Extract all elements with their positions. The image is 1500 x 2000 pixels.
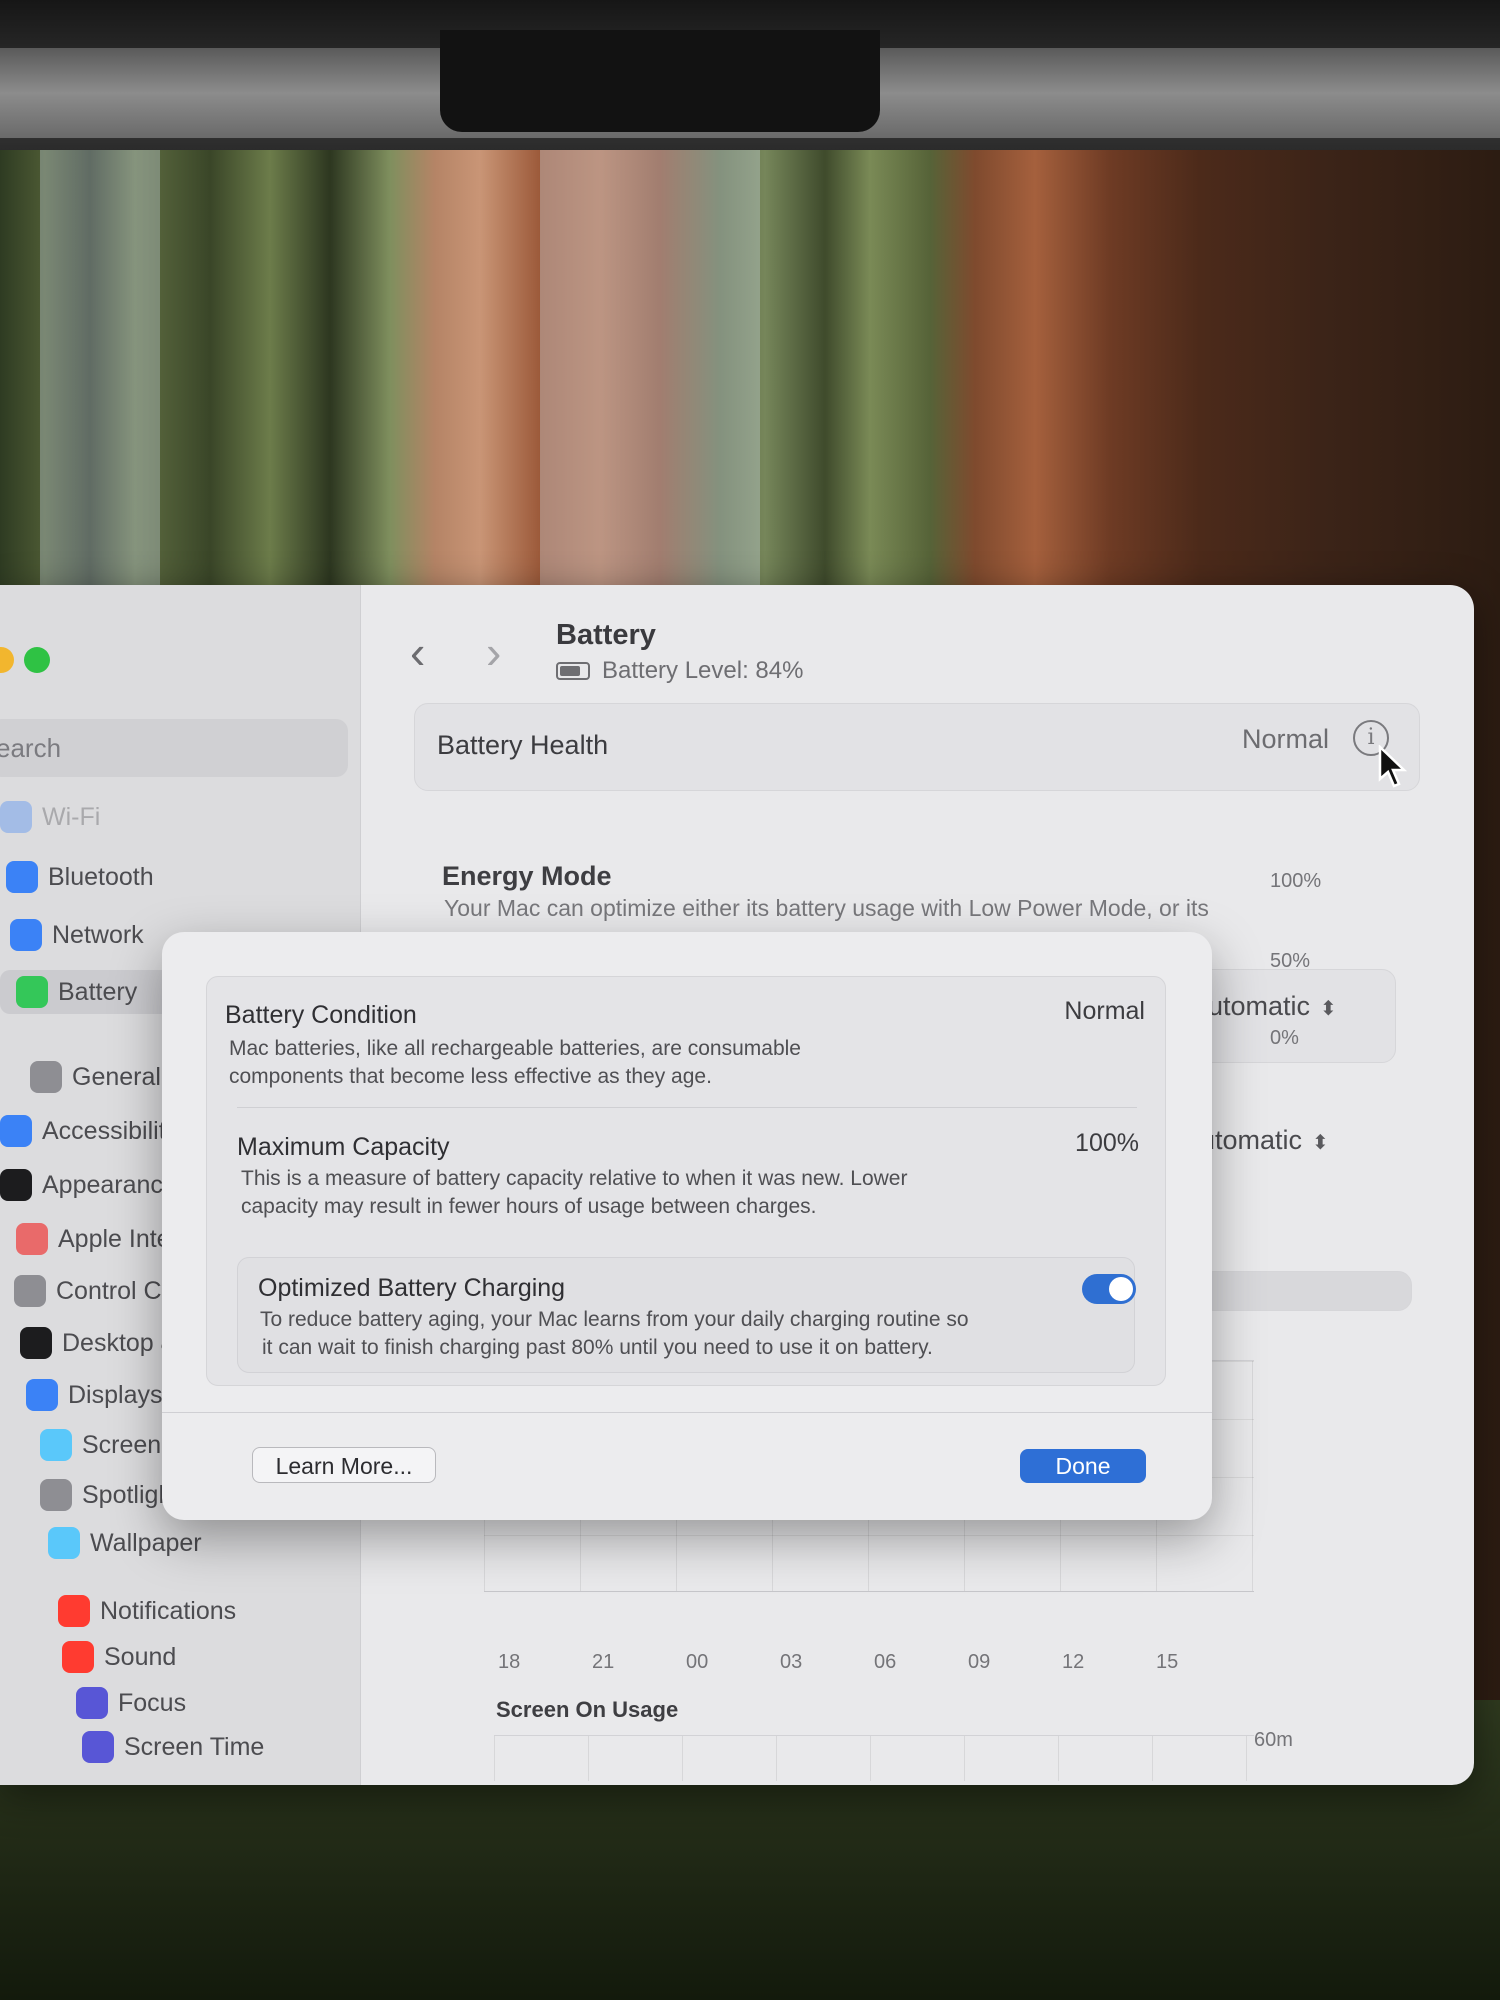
energy-mode-description: Your Mac can optimize either its battery… [444,895,1209,921]
sidebar-item-label: Bluetooth [48,862,154,891]
sidebar-item-notifications[interactable]: Notifications [0,1589,418,1633]
chart-x-tick: 06 [874,1651,897,1673]
bluetooth-icon [6,861,38,893]
sidebar-item-label: Network [52,920,144,949]
sound-icon [62,1641,94,1673]
page-title: Battery [556,619,656,651]
battery-level: Battery Level: 84% [556,657,803,685]
minimize-button[interactable] [0,647,14,673]
dialog-footer-divider [162,1412,1212,1413]
chart-y-tick: 50% [1270,950,1311,972]
battery-health-label: Battery Health [437,730,609,760]
screen-on-usage-chart [494,1735,1254,1781]
desktop-icon [20,1327,52,1359]
optimized-charging-desc-1: To reduce battery aging, your Mac learns… [260,1308,969,1331]
select-value: utomatic [1200,1125,1303,1155]
maximum-capacity-desc-1: This is a measure of battery capacity re… [241,1167,908,1190]
battery-info-panel: Battery Condition Normal Mac batteries, … [206,976,1166,1386]
chart-x-tick: 09 [968,1651,991,1673]
screen-on-usage-title: Screen On Usage [496,1697,679,1722]
chevron-updown-icon: ⬍ [1312,1132,1329,1154]
screen-time-icon [82,1731,114,1763]
search-input[interactable]: earch [0,719,348,777]
sidebar-item-label: Battery [58,977,138,1006]
sidebar-item-label: Notifications [100,1596,237,1625]
optimized-charging-title: Optimized Battery Charging [258,1274,566,1302]
sidebar-item-label: Wi-Fi [42,802,101,831]
camera-notch [440,30,880,132]
chart-y-tick: 100% [1270,870,1322,892]
battery-icon [556,662,590,680]
wifi-icon [0,801,32,833]
back-button[interactable]: ‹ [410,625,425,679]
spotlight-icon [40,1479,72,1511]
optimized-charging-card: Optimized Battery Charging To reduce bat… [237,1257,1136,1373]
notifications-icon [58,1595,90,1627]
sidebar-item-label: Focus [118,1688,187,1717]
gear-icon [30,1061,62,1093]
chart-x-tick: 12 [1062,1651,1085,1673]
sidebar-item-label: Sound [104,1642,177,1671]
sidebar-item-label: Accessibilit [42,1116,166,1145]
select-value: utomatic [1208,991,1311,1021]
energy-mode-adapter-select[interactable]: utomatic ⬍ [1200,1125,1329,1156]
battery-condition-value: Normal [1064,997,1145,1025]
accessibility-icon [0,1115,32,1147]
sidebar-item-label: Wallpaper [90,1528,202,1557]
sidebar-item-label: Appearanc [42,1170,163,1199]
wallpaper-icon [48,1527,80,1559]
sidebar-item-label: Desktop & [62,1328,178,1357]
battery-condition-title: Battery Condition [225,1001,417,1029]
forward-button[interactable]: › [486,625,501,679]
chart-x-tick: 18 [498,1651,521,1673]
sidebar-item-sound[interactable]: Sound [0,1635,422,1679]
sidebar-item-bluetooth[interactable]: Bluetooth [0,855,366,899]
screensaver-icon [40,1429,72,1461]
chart-x-tick: 03 [780,1651,803,1673]
battery-level-text: Battery Level: 84% [602,657,804,684]
maximum-capacity-value: 100% [1075,1129,1139,1157]
apple-intelligence-icon [16,1223,48,1255]
search-placeholder: earch [0,733,62,763]
displays-icon [26,1379,58,1411]
sidebar-item-label: Displays [68,1380,163,1409]
energy-mode-battery-select[interactable]: utomatic ⬍ [1208,991,1337,1022]
sidebar-item-label: Apple Intel [58,1224,177,1253]
chart-x-tick: 00 [686,1651,709,1673]
maximum-capacity-title: Maximum Capacity [237,1133,450,1161]
sidebar-item-label: Screen Time [124,1732,265,1761]
battery-health-value: Normal [1241,724,1329,754]
optimized-charging-toggle[interactable] [1082,1274,1136,1304]
chart-x-tick: 21 [592,1651,615,1673]
maximum-capacity-desc-2: capacity may result in fewer hours of us… [241,1195,817,1218]
sidebar-item-label: Control Ce [56,1276,176,1305]
battery-health-row: Battery Health Normal i [414,703,1420,791]
sky-patch [540,135,760,595]
zoom-button[interactable] [24,647,50,673]
learn-more-button[interactable]: Learn More... [252,1447,436,1483]
focus-icon [76,1687,108,1719]
sidebar-item-wi-fi[interactable]: Wi-Fi [0,795,360,839]
optimized-charging-desc-2: it can wait to finish charging past 80% … [262,1336,933,1359]
done-button[interactable]: Done [1020,1449,1146,1483]
usage-y-tick: 60m [1254,1729,1293,1751]
battery-condition-desc-1: Mac batteries, like all rechargeable bat… [229,1037,801,1060]
appearance-icon [0,1169,32,1201]
row-divider [237,1107,1137,1108]
chevron-updown-icon: ⬍ [1320,998,1337,1020]
chart-x-tick: 15 [1156,1651,1179,1673]
sidebar-item-wallpaper[interactable]: Wallpaper [0,1521,408,1565]
energy-mode-title: Energy Mode [442,861,612,891]
control-center-icon [14,1275,46,1307]
battery-icon [16,976,48,1008]
battery-health-dialog: Battery Condition Normal Mac batteries, … [162,932,1212,1520]
globe-icon [10,919,42,951]
sky-patch [40,135,160,595]
chart-y-tick: 0% [1270,1027,1299,1049]
battery-condition-desc-2: components that become less effective as… [229,1065,712,1088]
sidebar-item-label: General [72,1062,161,1091]
mouse-pointer-icon [1378,745,1408,788]
toggle-knob [1109,1277,1133,1301]
